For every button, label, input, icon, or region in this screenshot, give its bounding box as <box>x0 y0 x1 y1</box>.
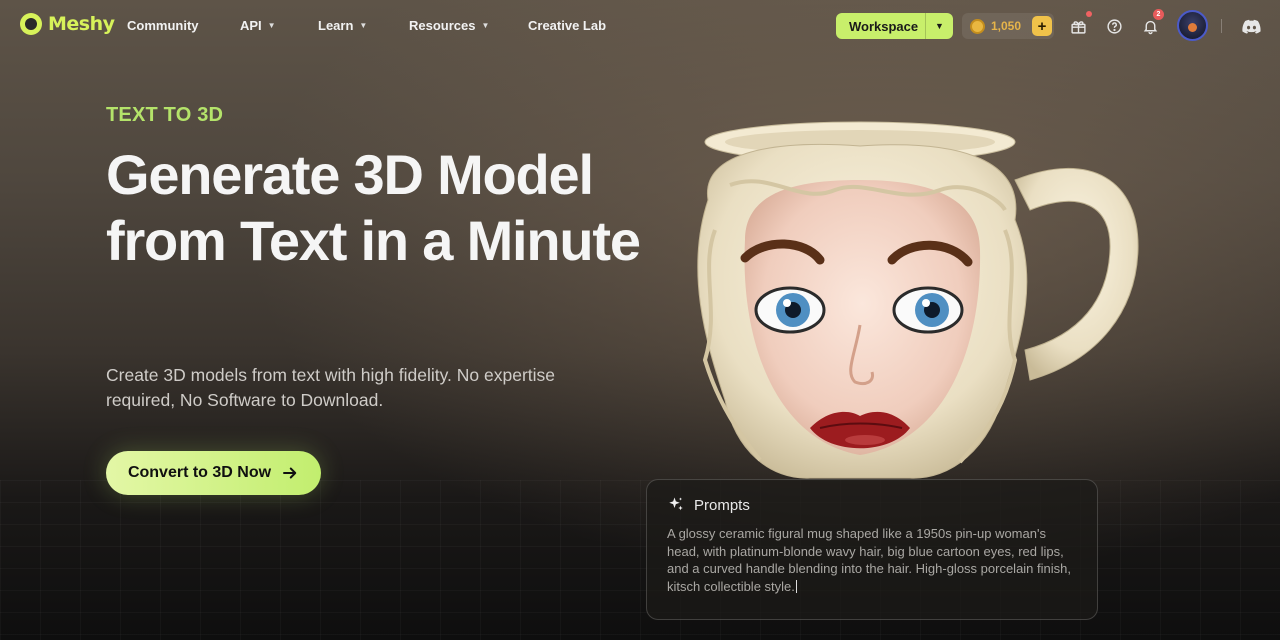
meshy-logo-icon <box>20 13 42 35</box>
text-cursor <box>795 579 797 593</box>
prompt-header: Prompts <box>667 496 1077 514</box>
prompt-textarea[interactable]: A glossy ceramic figural mug shaped like… <box>667 525 1077 595</box>
nav-link-resources[interactable]: Resources ▼ <box>409 18 489 33</box>
brand-name: Meshy <box>48 13 115 35</box>
nav-link-creative-lab[interactable]: Creative Lab <box>528 18 606 33</box>
chevron-down-icon: ▼ <box>359 21 368 30</box>
coin-icon <box>970 18 985 34</box>
credits-balance[interactable]: 1,050 + <box>962 13 1054 39</box>
discord-icon[interactable] <box>1241 16 1261 36</box>
hero-subtitle: Create 3D models from text with high fid… <box>106 365 556 410</box>
help-icon[interactable] <box>1104 16 1124 36</box>
top-nav: Meshy Community API ▼ Learn ▼ Resources … <box>0 0 1280 52</box>
workspace-button[interactable]: Workspace ▼ <box>836 13 953 39</box>
chevron-down-icon: ▼ <box>481 21 490 30</box>
hero-headline: Generate 3D Model from Text in a Minute <box>106 143 641 272</box>
convert-to-3d-button[interactable]: Convert to 3D Now <box>106 451 321 495</box>
nav-link-api[interactable]: API ▼ <box>240 18 276 33</box>
nav-divider <box>1221 19 1222 33</box>
gift-notification-dot <box>1086 11 1092 17</box>
credits-amount: 1,050 <box>991 19 1022 33</box>
brand-logo[interactable]: Meshy <box>20 13 115 35</box>
notification-count-badge: 2 <box>1153 9 1164 20</box>
mug-3d-model-image <box>697 121 1139 479</box>
gift-icon[interactable] <box>1068 11 1092 36</box>
arrow-right-icon <box>283 467 297 479</box>
nav-link-learn[interactable]: Learn ▼ <box>318 18 367 33</box>
nav-link-community[interactable]: Community <box>127 18 199 33</box>
user-avatar[interactable] <box>1177 10 1208 41</box>
chevron-down-icon: ▼ <box>267 21 276 30</box>
hero-eyebrow: TEXT TO 3D <box>106 104 224 126</box>
sparkle-icon <box>669 497 683 511</box>
prompt-title: Prompts <box>694 496 750 514</box>
cta-label: Convert to 3D Now <box>127 464 272 481</box>
prompt-card[interactable]: Prompts A glossy ceramic figural mug sha… <box>646 479 1098 620</box>
add-credits-button[interactable]: + <box>1032 16 1052 36</box>
bell-icon[interactable]: 2 <box>1140 9 1164 36</box>
workspace-label: Workspace <box>849 18 919 34</box>
workspace-dropdown-chevron-icon[interactable]: ▼ <box>925 13 953 39</box>
